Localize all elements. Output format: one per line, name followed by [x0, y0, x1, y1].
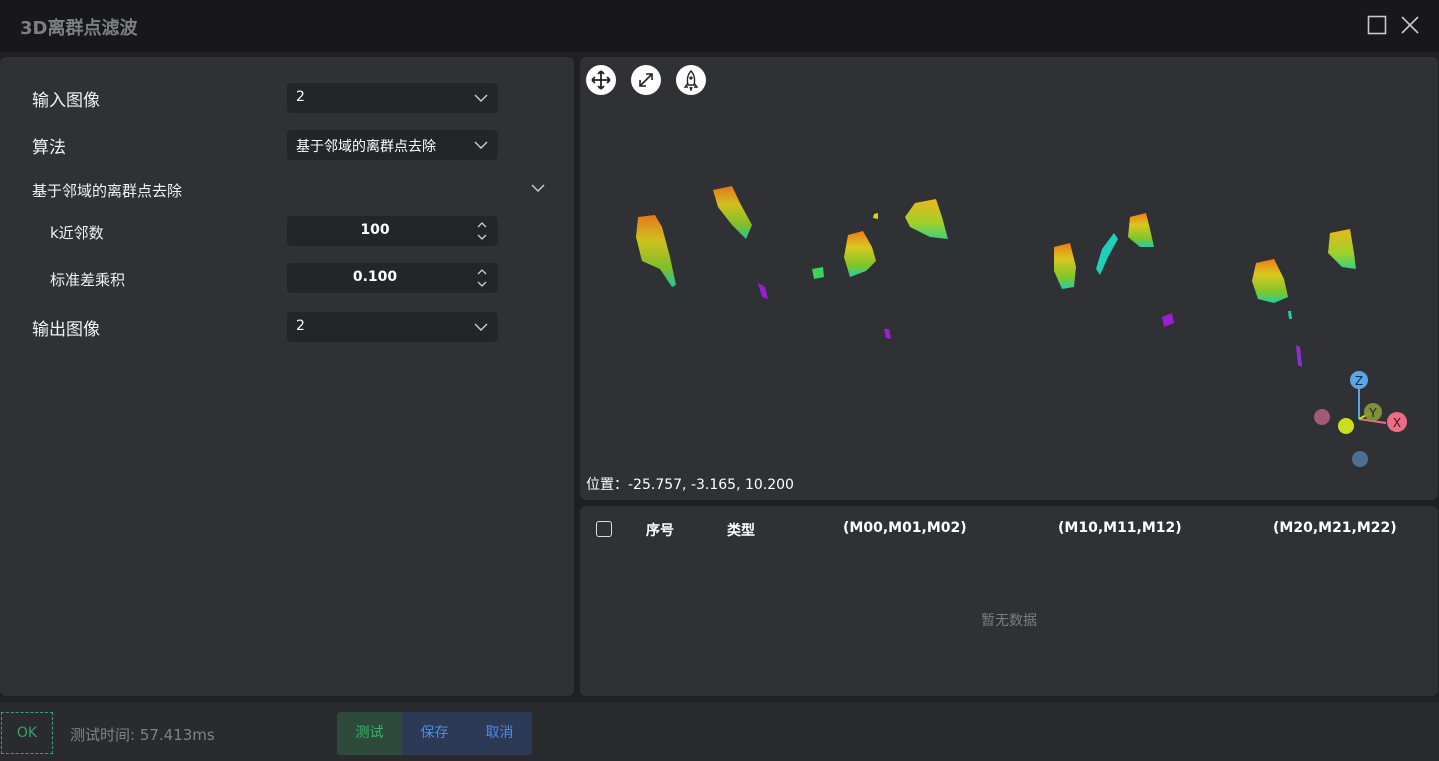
std-multiplier-label: 标准差乘积	[50, 271, 126, 289]
algorithm-value: 基于邻域的离群点去除	[296, 139, 436, 155]
parameter-panel: 输入图像 2 算法 基于邻域的离群点去除 基于邻域的离群点去除 k近邻数 100…	[0, 57, 574, 696]
fit-expand-icon	[639, 73, 653, 87]
algorithm-label: 算法	[32, 138, 66, 158]
close-icon[interactable]	[1399, 14, 1421, 36]
point-cloud-viewer[interactable]: Z Y X 位置：-25.757, -3.165, 10.200	[580, 57, 1438, 500]
input-image-value: 2	[296, 89, 305, 105]
column-header-row1[interactable]: (M10,M11,M12)	[1058, 520, 1182, 536]
window-title: 3D离群点滤波	[20, 18, 138, 39]
move-button[interactable]	[586, 65, 616, 95]
position-label: 位置：	[586, 477, 628, 493]
collapse-chevron-icon[interactable]	[531, 183, 545, 193]
move-icon	[591, 70, 611, 90]
std-multiplier-value: 0.100	[352, 269, 398, 285]
cluster-shapes	[636, 186, 1356, 367]
cancel-button[interactable]: 取消	[467, 712, 532, 755]
test-time-text: 测试时间: 57.413ms	[70, 726, 215, 744]
chevron-down-icon	[474, 141, 488, 149]
reset-view-button[interactable]	[676, 65, 706, 95]
select-all-checkbox[interactable]	[596, 521, 612, 537]
title-bar: 3D离群点滤波	[0, 0, 1439, 52]
k-neighbors-label: k近邻数	[50, 224, 104, 242]
fit-view-button[interactable]	[631, 65, 661, 95]
point-cloud-canvas[interactable]: Z Y X	[580, 57, 1438, 500]
input-image-select[interactable]: 2	[287, 83, 498, 113]
x-axis-label: X	[1393, 416, 1401, 430]
reset-view-icon	[683, 70, 699, 91]
stepper-arrows-icon[interactable]	[476, 220, 488, 242]
maximize-icon[interactable]	[1366, 14, 1388, 36]
k-neighbors-value: 100	[360, 222, 390, 238]
section-title: 基于邻域的离群点去除	[32, 182, 183, 200]
column-header-index[interactable]: 序号	[646, 520, 674, 540]
position-value: -25.757, -3.165, 10.200	[628, 477, 794, 493]
cursor-position-readout: 位置：-25.757, -3.165, 10.200	[586, 474, 794, 494]
y-axis-label: Y	[1368, 406, 1377, 420]
output-image-value: 2	[296, 318, 305, 334]
k-neighbors-stepper[interactable]: 100	[287, 216, 498, 246]
result-table: 序号 类型 (M00,M01,M02) (M10,M11,M12) (M20,M…	[580, 506, 1438, 696]
stepper-arrows-icon[interactable]	[476, 267, 488, 289]
column-header-row0[interactable]: (M00,M01,M02)	[843, 520, 967, 536]
column-header-type[interactable]: 类型	[727, 520, 755, 540]
output-image-select[interactable]: 2	[287, 312, 498, 342]
save-button[interactable]: 保存	[402, 712, 467, 755]
column-header-row2[interactable]: (M20,M21,M22)	[1273, 520, 1397, 536]
algorithm-select[interactable]: 基于邻域的离群点去除	[287, 130, 498, 160]
status-badge: OK	[1, 712, 53, 754]
z-axis-label: Z	[1355, 374, 1363, 388]
output-image-label: 输出图像	[32, 320, 100, 340]
chevron-down-icon	[474, 94, 488, 102]
std-multiplier-stepper[interactable]: 0.100	[287, 263, 498, 293]
empty-state-text: 暂无数据	[981, 613, 1037, 629]
input-image-label: 输入图像	[32, 91, 100, 111]
footer-bar: OK 测试时间: 57.413ms 测试 保存 取消	[0, 702, 1439, 761]
test-button[interactable]: 测试	[337, 712, 402, 755]
chevron-down-icon	[474, 323, 488, 331]
